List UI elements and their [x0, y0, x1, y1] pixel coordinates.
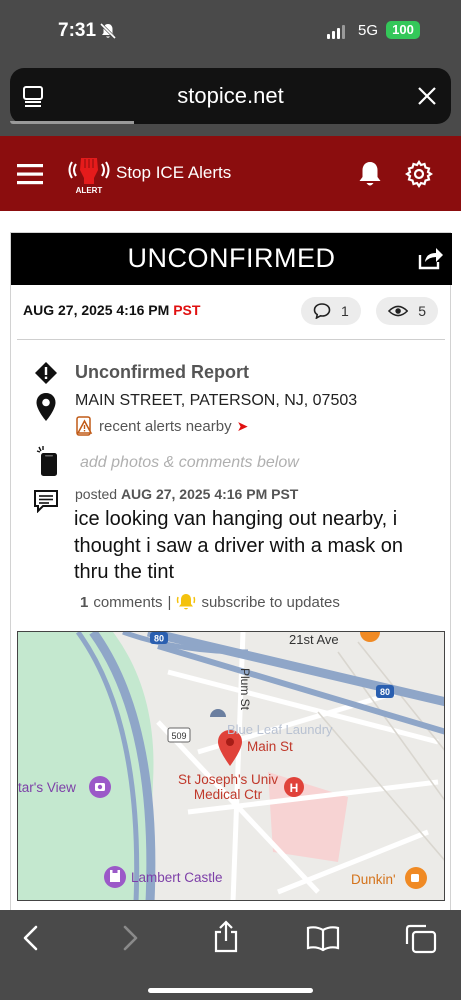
svg-text:80: 80	[380, 687, 390, 697]
location-pin-icon	[36, 393, 56, 421]
views-count: 5	[418, 303, 426, 319]
fist-alert-logo[interactable]: ALERT	[66, 150, 112, 196]
report-address: MAIN STREET, PATERSON, NJ, 07503	[75, 392, 358, 409]
share-sheet-icon[interactable]	[212, 920, 240, 954]
network-type: 5G	[358, 22, 379, 39]
home-indicator	[148, 988, 313, 993]
map-label-hospital-line2: Medical Ctr	[193, 787, 263, 802]
route-80-shield-b: 80	[376, 685, 394, 698]
share-icon[interactable]	[416, 245, 444, 271]
bookmarks-icon[interactable]	[306, 924, 340, 952]
report-status-header: UNCONFIRMED	[11, 233, 452, 285]
bell-icon[interactable]	[356, 160, 384, 188]
back-icon[interactable]	[20, 924, 42, 952]
gear-icon[interactable]	[405, 160, 433, 188]
park-area	[18, 632, 154, 900]
close-icon[interactable]	[417, 86, 437, 106]
report-date-text: AUG 27, 2025 4:16 PM	[23, 302, 170, 318]
divider	[17, 339, 445, 340]
report-date: AUG 27, 2025 4:16 PM PST	[23, 302, 200, 318]
coffee-marker[interactable]	[405, 867, 427, 889]
report-text: ice looking van hanging out nearby, i th…	[74, 508, 404, 583]
comments-label-count[interactable]: 1	[80, 594, 88, 611]
report-card: UNCONFIRMED AUG 27, 2025 4:16 PM PST 1 5…	[10, 232, 452, 912]
map-label-plum-st: Plum St	[238, 668, 252, 711]
status-time: 7:31	[58, 20, 97, 41]
map-label-castle: Lambert Castle	[131, 870, 223, 885]
add-photos-hint[interactable]: add photos & comments below	[80, 454, 299, 472]
comments-count: 1	[341, 303, 349, 319]
warning-triangle-icon	[76, 416, 93, 436]
posted-prefix: posted	[75, 486, 118, 502]
report-type: Unconfirmed Report	[75, 362, 250, 382]
svg-text:ALERT: ALERT	[76, 186, 103, 195]
svg-text:509: 509	[171, 731, 186, 741]
route-509-shield: 509	[167, 727, 191, 743]
recent-alerts-nearby-link[interactable]: recent alerts nearby ➤	[75, 416, 248, 436]
posted-timezone: PST	[271, 486, 299, 502]
subscribe-link[interactable]: subscribe to updates	[201, 594, 339, 611]
forward-icon[interactable]	[119, 924, 141, 952]
tabs-icon[interactable]	[404, 924, 438, 954]
map-label-view: tar's View	[18, 780, 76, 795]
arrow-right-icon: ➤	[236, 417, 249, 434]
alert-phone-icon[interactable]	[35, 445, 59, 477]
comment-icon	[313, 303, 331, 319]
comments-count-pill[interactable]: 1	[301, 297, 361, 325]
map-label-laundry: Blue Leaf Laundry	[227, 722, 333, 737]
posted-line: posted AUG 27, 2025 4:16 PM PST	[75, 486, 298, 502]
report-status-title: UNCONFIRMED	[127, 243, 336, 273]
recent-alerts-nearby-label[interactable]: recent alerts nearby	[99, 418, 232, 435]
site-header: ALERT Stop ICE Alerts	[0, 136, 461, 211]
hamburger-icon[interactable]	[17, 163, 43, 185]
map-label-hospital-line1: St Joseph's Univ	[177, 772, 279, 787]
svg-text:80: 80	[154, 634, 164, 644]
meta-separator: |	[167, 593, 172, 611]
location-map[interactable]: 80 80 509 H 21st Ave Plum St Blue Leaf L…	[17, 631, 445, 901]
report-timezone: PST	[173, 302, 201, 318]
address-bar[interactable]: stopice.net	[10, 68, 451, 124]
comments-link[interactable]: comments	[93, 594, 162, 611]
route-80-shield-a: 80	[150, 632, 168, 644]
load-progress-bar	[10, 121, 134, 124]
site-brand[interactable]: Stop ICE Alerts	[116, 163, 231, 183]
bell-small-icon[interactable]	[176, 592, 196, 612]
map-canvas[interactable]: 80 80 509 H	[18, 632, 445, 901]
map-label-main-st: Main St	[247, 739, 293, 754]
view-marker[interactable]	[89, 776, 111, 798]
message-icon	[34, 490, 58, 513]
castle-marker[interactable]	[104, 866, 126, 888]
browser-toolbar	[0, 910, 461, 1000]
signal-icon	[327, 25, 345, 39]
views-count-pill: 5	[376, 297, 438, 325]
map-label-coffee: Dunkin'	[351, 872, 396, 887]
browser-chrome-top: 7:31 5G 100 stopice.net	[0, 0, 461, 136]
map-label-avenue: 21st Ave	[289, 632, 339, 647]
bell-slash-icon	[99, 22, 117, 40]
posted-date: AUG 27, 2025 4:16 PM	[120, 486, 268, 502]
svg-text:H: H	[290, 781, 299, 795]
url-text[interactable]: stopice.net	[10, 83, 451, 109]
warning-diamond-icon	[35, 362, 57, 384]
eye-icon	[388, 305, 409, 317]
map-label-hospital: St Joseph's Univ Medical Ctr	[168, 772, 288, 802]
report-meta-line: 1 comments | subscribe to updates	[80, 592, 340, 612]
battery-indicator: 100	[386, 21, 420, 39]
